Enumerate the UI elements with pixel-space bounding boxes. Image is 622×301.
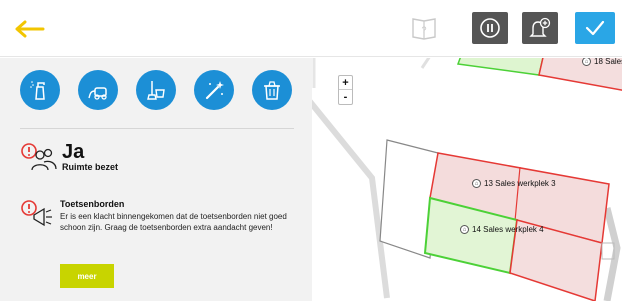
pin-icon: ⌂ bbox=[582, 58, 591, 66]
room-label-18: ⌂ 18 Sales bbox=[582, 58, 622, 66]
help-book-icon: ? bbox=[412, 18, 436, 40]
help-book-button[interactable]: ? bbox=[410, 14, 438, 42]
bell-plus-icon bbox=[529, 17, 551, 37]
complaint-notice: Toetsenborden Er is een klacht binnengek… bbox=[20, 199, 298, 233]
complaint-text: Er is een klacht binnengekomen dat de to… bbox=[60, 212, 287, 232]
vacuum-cleaner-icon bbox=[88, 87, 107, 100]
divider bbox=[20, 128, 294, 129]
room-name: 13 Sales werkplek 3 bbox=[484, 179, 556, 188]
room-label-13: ⌂ 13 Sales werkplek 3 bbox=[472, 179, 556, 188]
zoom-in-button[interactable]: + bbox=[339, 76, 352, 91]
tool-trash[interactable] bbox=[252, 70, 292, 110]
zoom-control: + - bbox=[338, 75, 353, 105]
mop-bucket-icon bbox=[147, 81, 165, 100]
floor-plan-canvas bbox=[312, 58, 622, 301]
tool-sparkle[interactable] bbox=[194, 70, 234, 110]
pin-icon: ⌂ bbox=[472, 179, 481, 188]
check-icon bbox=[585, 20, 605, 36]
help-book-glyph: ? bbox=[421, 25, 426, 35]
tool-spray[interactable] bbox=[20, 70, 60, 110]
floor-map[interactable]: + - ⌂ 18 Sales ⌂ 13 Sales werkplek 3 ⌂ 1… bbox=[312, 58, 622, 301]
occupied-alert-icon bbox=[21, 143, 57, 171]
cleaning-tools bbox=[20, 70, 292, 110]
room-label-14: ⌂ 14 Sales werkplek 4 bbox=[460, 225, 544, 234]
pause-icon bbox=[480, 18, 500, 38]
tool-mop[interactable] bbox=[136, 70, 176, 110]
pause-button[interactable] bbox=[472, 12, 508, 44]
megaphone-alert-icon bbox=[21, 200, 52, 227]
zoom-out-button[interactable]: - bbox=[339, 90, 352, 104]
tool-vacuum[interactable] bbox=[78, 70, 118, 110]
more-button[interactable]: meer bbox=[60, 264, 114, 288]
room-details-panel: Ja Ruimte bezet Toetsenborden Er is een … bbox=[0, 58, 312, 301]
back-button[interactable] bbox=[10, 14, 50, 44]
room-top-left[interactable] bbox=[456, 58, 544, 76]
room-name: 18 Sales bbox=[594, 58, 622, 66]
sparkle-wand-icon bbox=[205, 81, 224, 100]
complaint-title: Toetsenborden bbox=[60, 199, 125, 209]
arrow-left-icon bbox=[15, 20, 45, 38]
pin-icon: ⌂ bbox=[460, 225, 469, 234]
occupancy-status: Ja Ruimte bezet bbox=[20, 142, 118, 172]
add-notification-button[interactable] bbox=[522, 12, 558, 44]
trash-bin-icon bbox=[264, 81, 280, 100]
occupancy-value: Ja bbox=[62, 141, 85, 163]
top-bar: ? bbox=[0, 0, 622, 57]
spray-bottle-icon bbox=[30, 81, 45, 100]
confirm-button[interactable] bbox=[575, 12, 615, 44]
room-name: 14 Sales werkplek 4 bbox=[472, 225, 544, 234]
occupancy-label: Ruimte bezet bbox=[62, 162, 119, 172]
